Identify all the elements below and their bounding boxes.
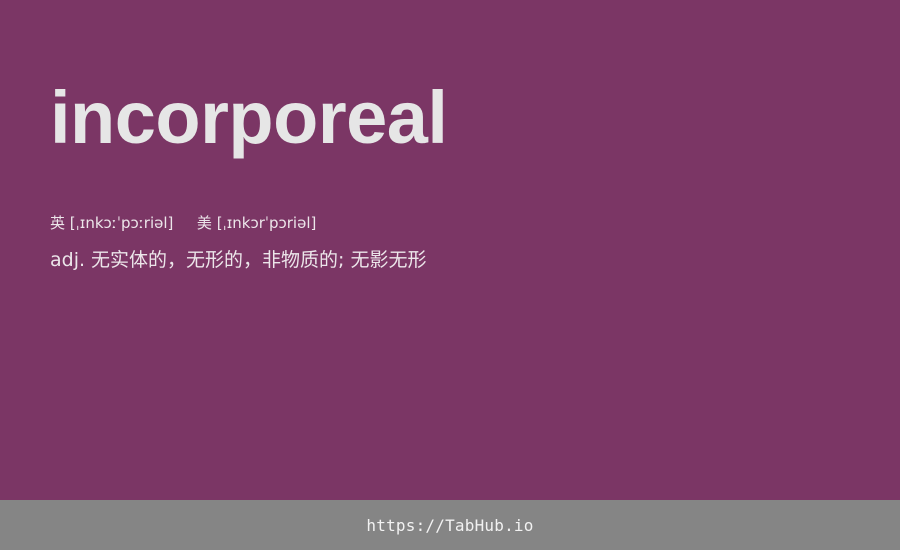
us-label: 美 (196, 214, 212, 232)
uk-phonetic: [ˌɪnkɔːˈpɔːriəl] (69, 214, 174, 232)
footer-bar: https://TabHub.io (0, 500, 900, 550)
word-card: incorporeal 英 [ˌɪnkɔːˈpɔːriəl] 美 [ˌɪnkɔr… (0, 0, 900, 500)
us-phonetic: [ˌɪnkɔrˈpɔriəl] (216, 214, 317, 232)
tabhub-link[interactable]: https://TabHub.io (366, 516, 533, 535)
uk-label: 英 (50, 214, 66, 232)
definition-text: adj. 无实体的，无形的，非物质的; 无影无形 (50, 249, 427, 271)
headword: incorporeal (50, 76, 448, 159)
pronunciation-row: 英 [ˌɪnkɔːˈpɔːriəl] 美 [ˌɪnkɔrˈpɔriəl] (50, 212, 316, 234)
